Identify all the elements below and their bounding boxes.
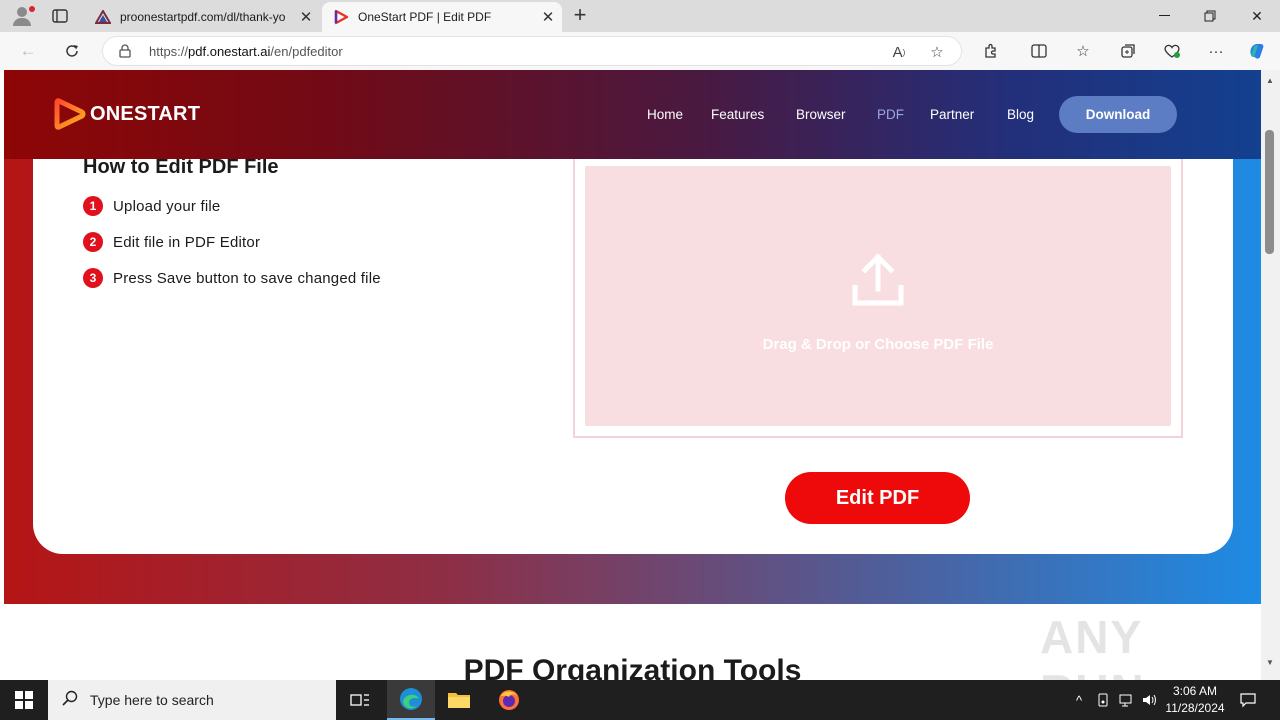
clock-date: 11/28/2024 xyxy=(1165,701,1225,715)
nav-features[interactable]: Features xyxy=(711,107,764,122)
profile-avatar-icon[interactable] xyxy=(8,4,36,28)
step-number-badge: 2 xyxy=(83,232,103,252)
clock-time: 3:06 AM xyxy=(1172,684,1218,698)
anyrun-watermark: ANY RUN xyxy=(1040,611,1144,680)
address-bar[interactable]: https://pdf.onestart.ai/en/pdfeditor A) … xyxy=(102,36,962,66)
search-icon xyxy=(62,690,78,711)
howto-step: 1 Upload your file xyxy=(83,188,381,224)
volume-icon[interactable] xyxy=(1141,680,1159,720)
windows-taskbar: Type here to search ^ 3:06 AM 11/28/2024 xyxy=(0,680,1280,720)
firefox-icon[interactable] xyxy=(485,680,533,720)
favorite-star-icon[interactable]: ☆ xyxy=(927,42,947,62)
howto-step: 2 Edit file in PDF Editor xyxy=(83,224,381,260)
browser-toolbar: ← https://pdf.onestart.ai/en/pdfeditor A… xyxy=(0,32,1280,70)
new-tab-icon[interactable]: + xyxy=(568,4,592,28)
nav-browser[interactable]: Browser xyxy=(796,107,846,122)
file-explorer-icon[interactable] xyxy=(435,680,483,720)
upload-icon xyxy=(849,251,907,314)
collections-icon[interactable] xyxy=(1117,41,1139,61)
minimize-icon[interactable] xyxy=(1141,0,1187,32)
notifications-icon[interactable] xyxy=(1236,680,1260,720)
network-icon[interactable] xyxy=(1118,680,1136,720)
windows-start-icon[interactable] xyxy=(0,680,48,720)
read-aloud-icon[interactable]: A) xyxy=(889,42,909,62)
close-tab-icon[interactable]: ✕ xyxy=(292,8,320,26)
search-placeholder: Type here to search xyxy=(90,692,214,708)
pdf-dropzone[interactable]: Drag & Drop or Choose PDF File xyxy=(585,166,1171,426)
lock-icon[interactable] xyxy=(119,44,131,63)
page-scrollbar[interactable]: ▲ ▼ xyxy=(1261,70,1280,680)
dropzone-text: Drag & Drop or Choose PDF File xyxy=(762,336,994,353)
howto-steps: 1 Upload your file 2 Edit file in PDF Ed… xyxy=(83,188,381,296)
step-text: Press Save button to save changed file xyxy=(113,269,381,287)
copilot-icon[interactable] xyxy=(1246,41,1268,61)
proonestart-favicon-icon xyxy=(94,8,112,26)
howto-title: How to Edit PDF File xyxy=(83,156,279,178)
refresh-icon[interactable] xyxy=(59,39,85,63)
close-tab-icon[interactable]: ✕ xyxy=(534,8,562,26)
browser-essentials-icon[interactable] xyxy=(1161,41,1183,61)
tab-title: proonestartpdf.com/dl/thank-yo xyxy=(120,10,286,24)
nav-partner[interactable]: Partner xyxy=(930,107,974,122)
restore-icon[interactable] xyxy=(1187,0,1233,32)
url-text: https://pdf.onestart.ai/en/pdfeditor xyxy=(149,44,343,59)
step-number-badge: 3 xyxy=(83,268,103,288)
edit-pdf-button[interactable]: Edit PDF xyxy=(785,472,970,524)
nav-home[interactable]: Home xyxy=(647,107,683,122)
howto-step: 3 Press Save button to save changed file xyxy=(83,260,381,296)
extensions-icon[interactable] xyxy=(980,41,1002,61)
back-icon[interactable]: ← xyxy=(15,39,41,63)
close-window-icon[interactable]: ✕ xyxy=(1234,0,1280,32)
task-view-icon[interactable] xyxy=(336,680,384,720)
scroll-up-icon[interactable]: ▲ xyxy=(1266,76,1274,85)
more-options-icon[interactable]: ··· xyxy=(1205,41,1227,61)
tray-device-icon[interactable] xyxy=(1094,680,1112,720)
onestart-logo[interactable]: ONESTART xyxy=(54,97,200,131)
logo-text: ONESTART xyxy=(90,102,201,125)
nav-blog[interactable]: Blog xyxy=(1007,107,1034,122)
tab-onestart-edit-pdf[interactable]: OneStart PDF | Edit PDF ✕ xyxy=(322,2,562,32)
scroll-down-icon[interactable]: ▼ xyxy=(1266,658,1274,667)
edge-browser-icon[interactable] xyxy=(387,680,435,720)
page-viewport: How to Edit PDF File 1 Upload your file … xyxy=(4,70,1261,680)
step-number-badge: 1 xyxy=(83,196,103,216)
taskbar-search-box[interactable]: Type here to search xyxy=(48,680,336,720)
scroll-thumb[interactable] xyxy=(1265,130,1274,254)
nav-pdf[interactable]: PDF xyxy=(877,107,904,122)
download-button[interactable]: Download xyxy=(1059,96,1177,133)
favorites-icon[interactable]: ☆ xyxy=(1072,41,1094,61)
tab-title: OneStart PDF | Edit PDF xyxy=(358,10,492,24)
step-text: Upload your file xyxy=(113,197,221,215)
split-screen-icon[interactable] xyxy=(1028,41,1050,61)
site-header: ONESTART Home Features Browser PDF Partn… xyxy=(4,70,1261,159)
browser-tab-bar: proonestartpdf.com/dl/thank-yo ✕ OneStar… xyxy=(0,0,1280,32)
onestart-favicon-icon xyxy=(332,8,350,26)
taskbar-clock[interactable]: 3:06 AM 11/28/2024 xyxy=(1160,683,1230,717)
tray-chevron-icon[interactable]: ^ xyxy=(1070,680,1088,720)
onestart-logo-icon xyxy=(54,98,86,130)
step-text: Edit file in PDF Editor xyxy=(113,233,261,251)
tab-actions-icon[interactable] xyxy=(50,7,70,25)
tab-proonestart[interactable]: proonestartpdf.com/dl/thank-yo ✕ xyxy=(84,2,320,32)
